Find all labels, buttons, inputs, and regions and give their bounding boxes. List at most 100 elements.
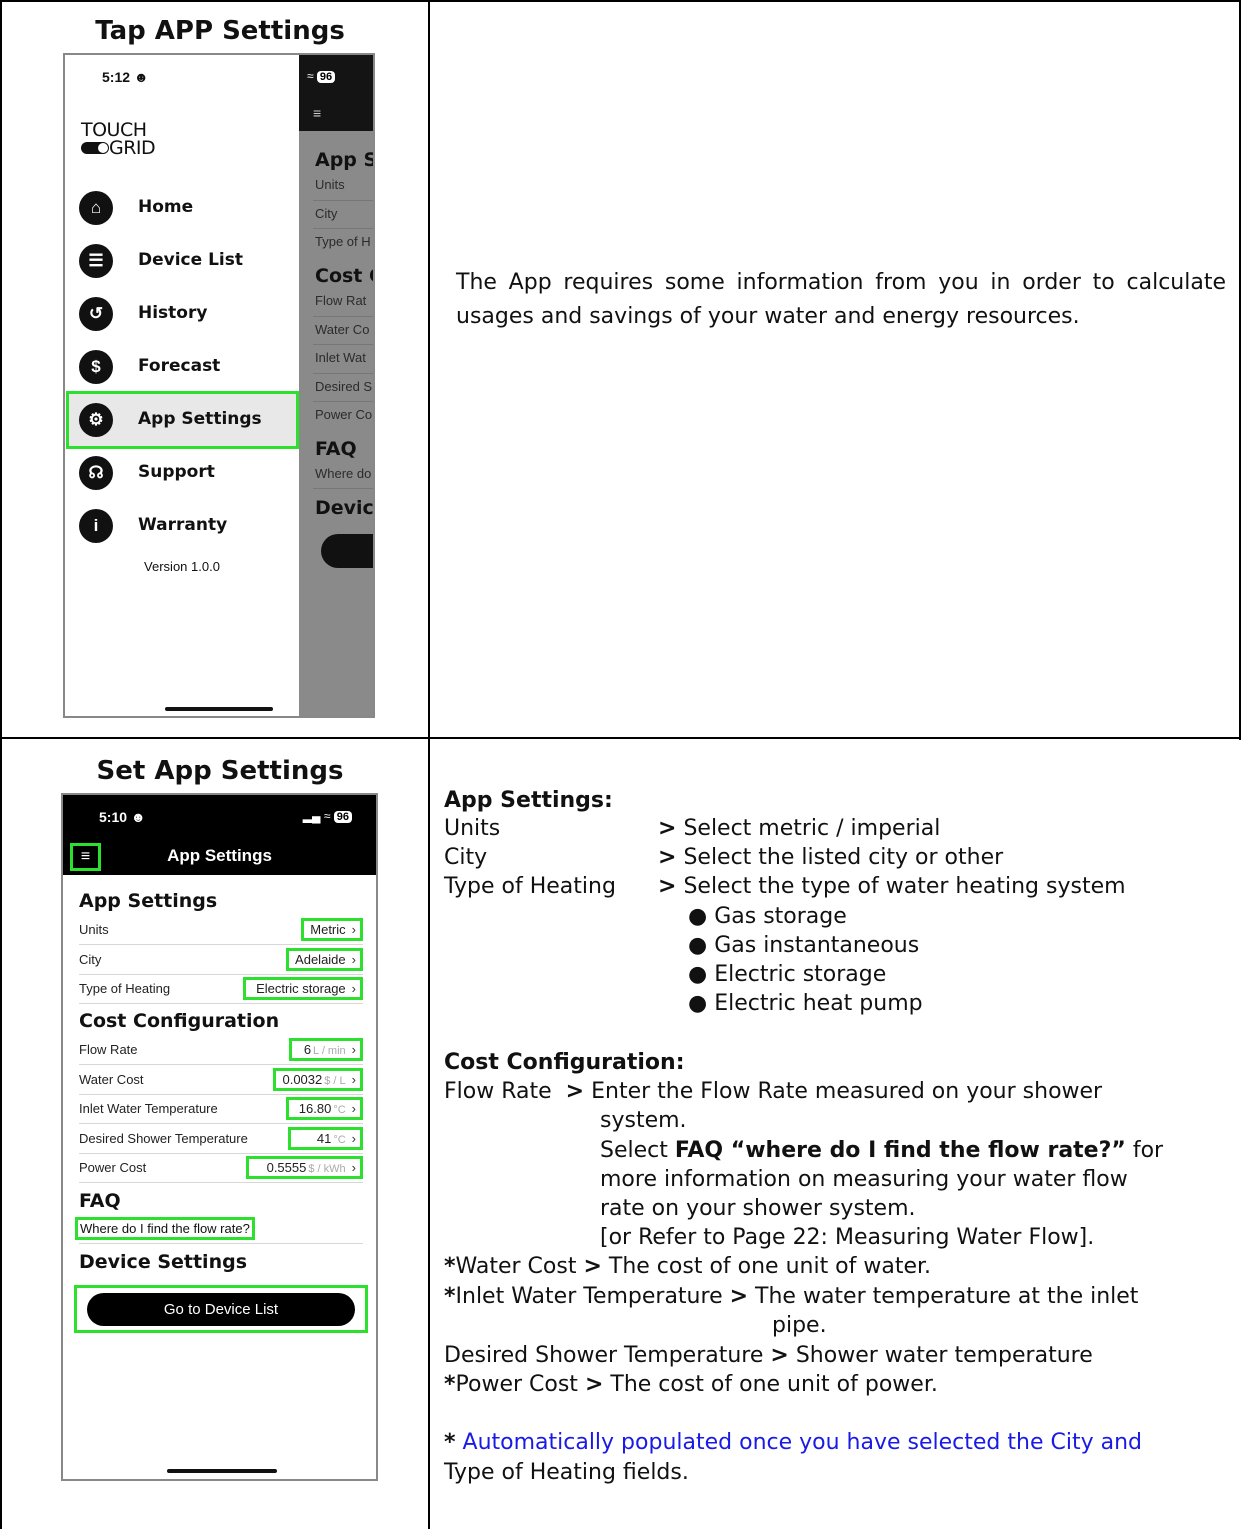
- chevron-right-icon: ›: [351, 952, 356, 967]
- hamburger-icon: ≡: [313, 105, 322, 121]
- setting-value[interactable]: 41 °C ›: [287, 1127, 363, 1150]
- behind-item: Power Co: [315, 407, 373, 422]
- home-indicator: [167, 1469, 277, 1473]
- setting-value[interactable]: 0.0032 $ / L ›: [273, 1068, 363, 1091]
- behind-item: Water Co: [315, 322, 370, 337]
- signal-wifi-battery-icon: ▂▄ ≈ 96: [303, 809, 352, 823]
- page-reference: [or Refer to Page 22: Measuring Water Fl…: [600, 1225, 1095, 1250]
- behind-item: Desired S: [315, 379, 373, 394]
- faq-reference-2: more information on measuring your water…: [600, 1167, 1128, 1192]
- menu-item-home[interactable]: ⌂ Home: [65, 182, 299, 234]
- behind-item: Flow Rat: [315, 293, 367, 308]
- headset-icon: ☊: [79, 456, 113, 490]
- home-icon: ⌂: [79, 191, 113, 225]
- setting-label: Inlet Water Temperature: [79, 1101, 218, 1116]
- divider: [79, 1243, 363, 1244]
- divider: [0, 737, 1241, 739]
- setting-row-desired-temp[interactable]: Desired Shower Temperature 41 °C ›: [79, 1124, 363, 1154]
- behind-item: Units: [315, 177, 345, 192]
- touchgrid-logo: TOUCH GRID: [81, 119, 156, 159]
- behind-heading: App S: [315, 149, 375, 171]
- behind-item: Type of H: [315, 234, 371, 249]
- setting-value[interactable]: 6L / min ›: [288, 1038, 363, 1061]
- chevron-right-icon: ›: [351, 1042, 356, 1057]
- setting-label: Water Cost: [79, 1072, 144, 1087]
- dollar-icon: $: [79, 350, 113, 384]
- cost-config-heading: Cost Configuration:: [444, 1050, 685, 1075]
- setting-value[interactable]: Adelaide ›: [286, 948, 363, 971]
- behind-heading: FAQ: [315, 438, 357, 460]
- flow-line-2: system.: [600, 1108, 687, 1133]
- chevron-right-icon: ›: [351, 922, 356, 937]
- power-cost-line: *Power Cost > The cost of one unit of po…: [444, 1372, 938, 1397]
- auto-populated-note: * Automatically populated once you have …: [444, 1430, 1142, 1455]
- setting-label: City: [79, 952, 102, 967]
- gear-icon: ⚙: [79, 403, 113, 437]
- setting-label: Desired Shower Temperature: [79, 1131, 248, 1146]
- divider: [313, 344, 373, 345]
- info-icon: i: [79, 509, 113, 543]
- faq-reference-3: rate on your shower system.: [600, 1196, 916, 1221]
- step-caption: Set App Settings: [96, 756, 344, 786]
- menu-item-device-list[interactable]: ☰ Device List: [65, 235, 299, 287]
- status-time: 5:12 ☻: [102, 69, 149, 85]
- setting-row-flow-rate[interactable]: Flow Rate 6L / min ›: [79, 1035, 363, 1065]
- app-version: Version 1.0.0: [144, 559, 220, 574]
- list-icon: ☰: [79, 244, 113, 278]
- divider: [313, 228, 373, 229]
- divider: [0, 0, 2, 1529]
- setting-row-city[interactable]: City Adelaide ›: [79, 945, 363, 975]
- go-to-device-list-highlight: Go to Device List: [74, 1285, 368, 1333]
- setting-row-water-cost[interactable]: Water Cost 0.0032 $ / L ›: [79, 1065, 363, 1095]
- behind-item: Inlet Wat: [315, 350, 366, 365]
- desired-temp-line: Desired Shower Temperature > Shower wate…: [444, 1343, 1093, 1368]
- menu-item-history[interactable]: ↺ History: [65, 288, 299, 340]
- behind-item: Where do: [315, 466, 372, 481]
- divider: [0, 0, 1241, 2]
- setting-row-heating[interactable]: Type of Heating Electric storage ›: [79, 974, 363, 1004]
- bullet-item: ● Electric heat pump: [688, 991, 923, 1016]
- auto-populated-note-2: Type of Heating fields.: [444, 1460, 689, 1485]
- behind-heading: Cost C: [315, 265, 373, 287]
- app-settings-heading: App Settings:: [444, 788, 613, 813]
- setting-label: Flow Rate: [79, 1042, 138, 1057]
- divider: [313, 200, 373, 201]
- app-header: 5:10 ☻ ▂▄ ≈ 96 ≡ App Settings: [63, 795, 376, 875]
- section-heading: Device Settings: [79, 1251, 248, 1273]
- setting-value[interactable]: Electric storage ›: [243, 977, 363, 1000]
- chevron-right-icon: ›: [351, 1160, 356, 1175]
- menu-item-forecast[interactable]: $ Forecast: [65, 341, 299, 393]
- setting-row-units[interactable]: Units Metric ›: [79, 915, 363, 945]
- inlet-temp-line-2: pipe.: [772, 1313, 827, 1338]
- setting-value[interactable]: Metric ›: [301, 918, 363, 941]
- page-title: App Settings: [167, 846, 272, 865]
- phone-screenshot-settings: 5:10 ☻ ▂▄ ≈ 96 ≡ App Settings App Settin…: [61, 793, 378, 1481]
- menu-item-app-settings[interactable]: ⚙ App Settings: [66, 391, 299, 449]
- go-to-device-list-button[interactable]: Go to Device List: [87, 1293, 355, 1326]
- setting-value[interactable]: 0.5555 $ / kWh ›: [245, 1156, 363, 1179]
- setting-row-power-cost[interactable]: Power Cost 0.5555 $ / kWh ›: [79, 1153, 363, 1183]
- setting-value[interactable]: 16.80 °C ›: [285, 1097, 363, 1120]
- water-cost-line: *Water Cost > The cost of one unit of wa…: [444, 1254, 932, 1279]
- menu-item-support[interactable]: ☊ Support: [65, 447, 299, 499]
- setting-row-inlet-temp[interactable]: Inlet Water Temperature 16.80 °C ›: [79, 1094, 363, 1124]
- city-desc: > Select the listed city or other: [658, 845, 1004, 870]
- section-heading: Cost Configuration: [79, 1010, 280, 1032]
- bullet-item: ● Gas instantaneous: [688, 933, 920, 958]
- units-term: Units: [444, 816, 501, 841]
- chevron-right-icon: ›: [351, 981, 356, 996]
- chevron-right-icon: ›: [351, 1101, 356, 1116]
- side-drawer: 5:12 ☻ TOUCH GRID ⌂ Home ☰ Device List ↺…: [65, 55, 299, 716]
- dimmed-settings-behind: ≈ 96 ≡ App S Units City Type of H Cost C…: [299, 55, 375, 716]
- units-desc: > Select metric / imperial: [658, 816, 941, 841]
- behind-heading: Devic: [315, 497, 374, 519]
- behind-button: [321, 534, 373, 568]
- menu-item-warranty[interactable]: i Warranty: [65, 500, 299, 552]
- heating-term: Type of Heating: [444, 874, 616, 899]
- faq-link[interactable]: Where do I find the flow rate?: [75, 1217, 255, 1240]
- divider: [313, 373, 373, 374]
- history-icon: ↺: [79, 297, 113, 331]
- divider: [313, 316, 373, 317]
- step-caption: Tap APP Settings: [95, 16, 345, 46]
- behind-item: City: [315, 206, 338, 221]
